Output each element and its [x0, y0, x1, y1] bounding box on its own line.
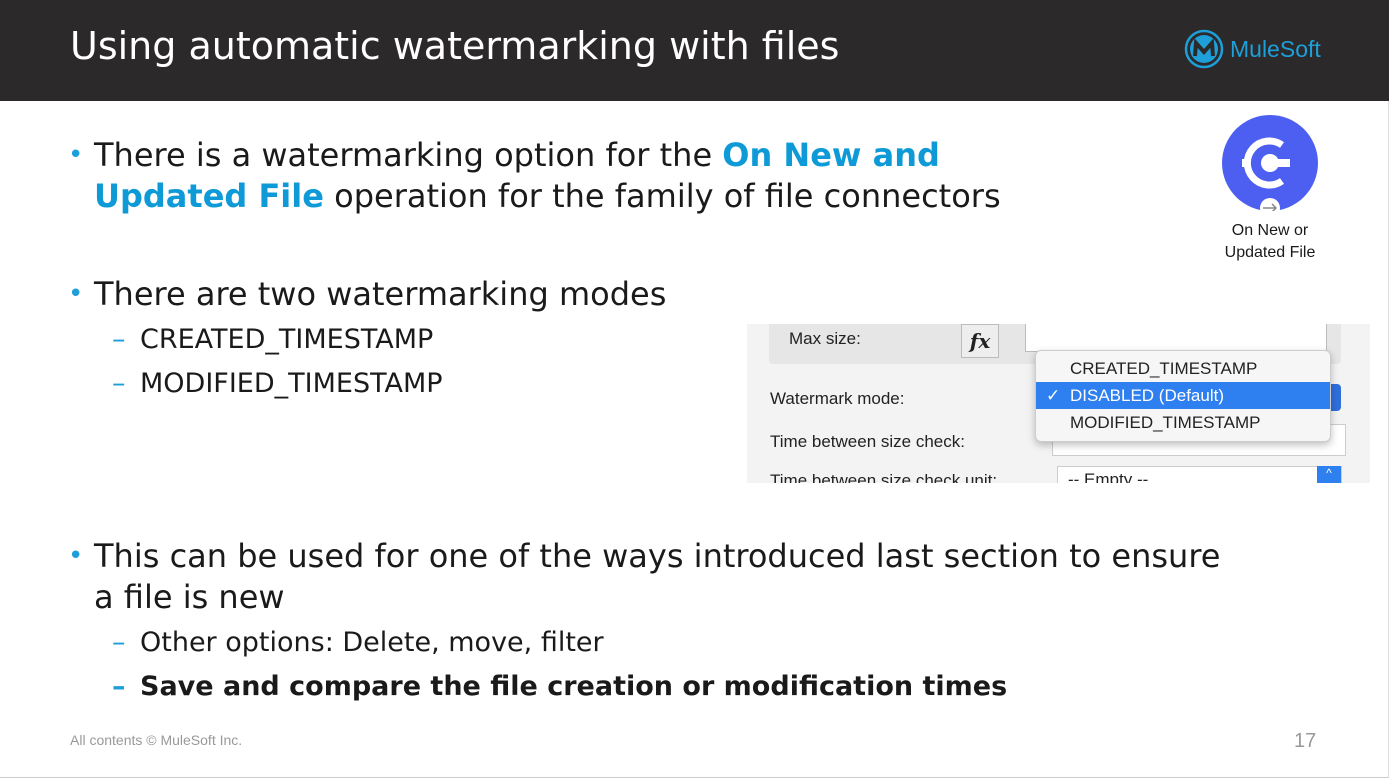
label-line: On New or — [1231, 222, 1309, 239]
max-size-label: Max size: — [789, 329, 861, 348]
logo-text: MuleSoft — [1230, 35, 1321, 62]
highlight: On New and — [722, 136, 940, 174]
option-label: DISABLED (Default) — [1070, 386, 1224, 405]
on-new-or-updated-file-icon — [1222, 115, 1318, 218]
footer-copyright: All contents © MuleSoft Inc. — [70, 732, 243, 748]
watermark-mode-label: Watermark mode: — [770, 389, 905, 408]
label-line: Updated File — [1224, 244, 1316, 261]
highlight: Updated File — [94, 177, 324, 215]
sub-bullet: CREATED_TIMESTAMP — [112, 323, 433, 357]
chevron-up-icon[interactable]: ^ — [1317, 466, 1341, 483]
slide: Using automatic watermarking with files … — [0, 0, 1389, 778]
checkmark-icon: ✓ — [1046, 386, 1061, 405]
option-created-timestamp[interactable]: CREATED_TIMESTAMP — [1036, 355, 1330, 382]
time-check-label: Time between size check: — [770, 432, 965, 451]
text: a file is new — [94, 578, 285, 616]
max-size-input[interactable] — [1025, 324, 1327, 352]
time-unit-select[interactable]: -- Empty -- — [1057, 466, 1342, 483]
text: operation for the family of file connect… — [323, 177, 1001, 215]
text: There is a watermarking option for the — [94, 136, 723, 174]
page-number: 17 — [1294, 730, 1317, 752]
sub-bullet: Other options: Delete, move, filter — [112, 626, 604, 660]
mulesoft-logo: MuleSoft — [1184, 29, 1321, 69]
sub-bullet: Save and compare the file creation or mo… — [112, 670, 1007, 704]
watermark-mode-dropdown: CREATED_TIMESTAMP ✓ DISABLED (Default) MO… — [1035, 350, 1331, 442]
bullet-1: There is a watermarking option for the O… — [68, 135, 1001, 217]
header: Using automatic watermarking with files … — [0, 0, 1389, 101]
mulesoft-logo-icon — [1184, 29, 1224, 69]
text: This can be used for one of the ways int… — [94, 537, 1221, 575]
fx-button[interactable]: fx — [961, 324, 999, 358]
sub-bullet: MODIFIED_TIMESTAMP — [112, 367, 443, 401]
select-value: -- Empty -- — [1068, 470, 1149, 483]
time-unit-label: Time between size check unit: — [770, 471, 998, 483]
slide-title: Using automatic watermarking with files — [70, 24, 840, 68]
operation-label: On New or Updated File — [1195, 220, 1345, 264]
option-disabled[interactable]: ✓ DISABLED (Default) — [1036, 382, 1330, 409]
bullet-2: There are two watermarking modes — [68, 274, 666, 315]
config-screenshot: Max size: fx Watermark mode: Time betwee… — [747, 324, 1370, 483]
option-modified-timestamp[interactable]: MODIFIED_TIMESTAMP — [1036, 409, 1330, 436]
bullet-3: This can be used for one of the ways int… — [68, 536, 1221, 618]
